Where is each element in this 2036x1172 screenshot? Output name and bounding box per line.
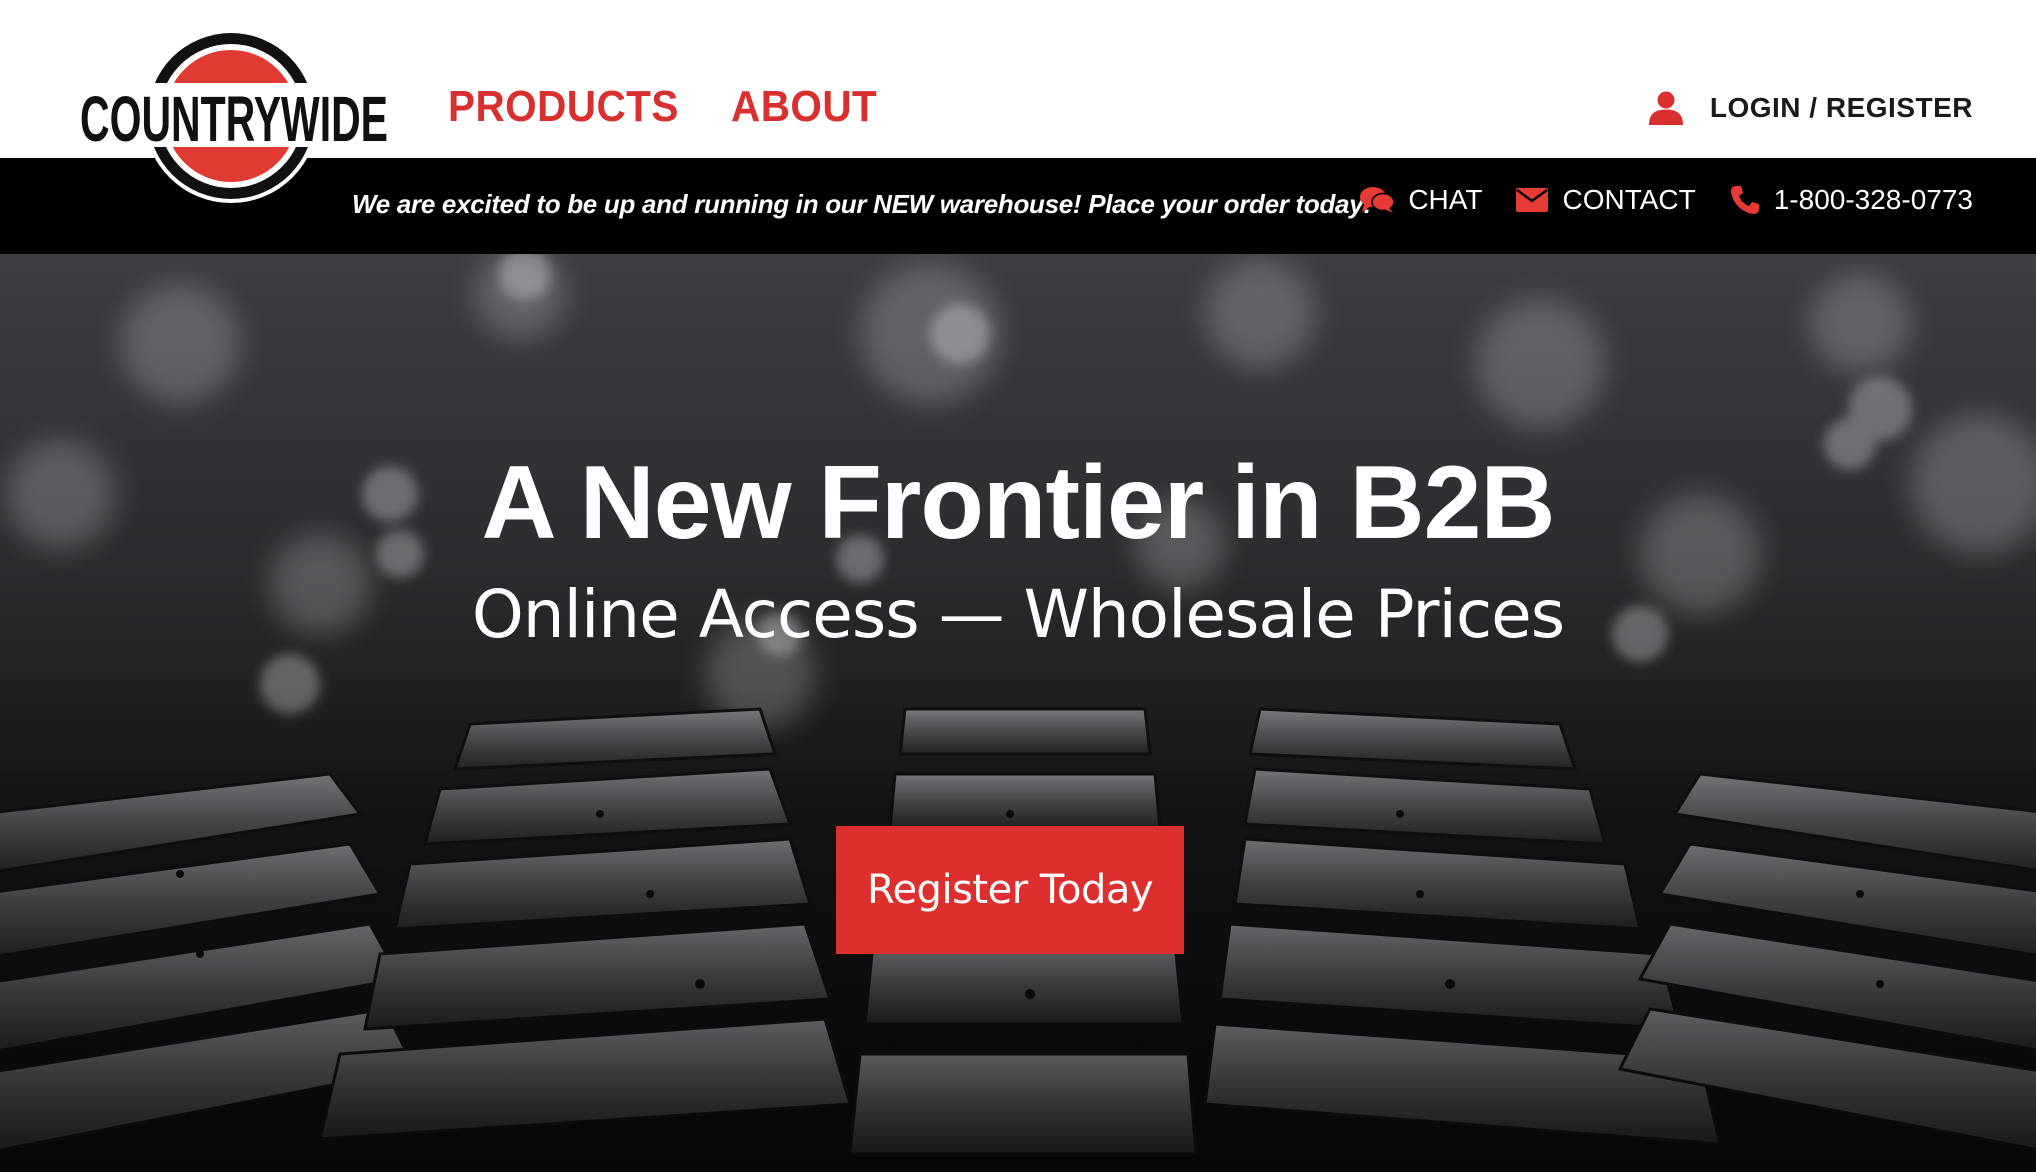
- register-today-button[interactable]: Register Today: [836, 826, 1184, 954]
- nav-products[interactable]: PRODUCTS: [448, 82, 679, 132]
- nav-about[interactable]: ABOUT: [731, 82, 877, 132]
- tire-tread-background: [0, 254, 2036, 1172]
- contact-label: CONTACT: [1562, 184, 1696, 215]
- countrywide-logo[interactable]: COUNTRYWIDE: [78, 28, 390, 208]
- envelope-icon: [1516, 188, 1549, 212]
- logo-wordmark: COUNTRYWIDE: [80, 83, 388, 155]
- phone-icon: [1730, 186, 1759, 214]
- chat-label: CHAT: [1408, 184, 1483, 215]
- phone-number: 1-800-328-0773: [1773, 184, 1973, 215]
- phone-link[interactable]: 1-800-328-0773: [1730, 184, 1973, 216]
- main-nav: PRODUCTS ABOUT: [448, 82, 890, 132]
- chat-icon: [1360, 187, 1395, 213]
- user-icon: [1648, 91, 1683, 125]
- hero-section: A New Frontier in B2B Online Access — Wh…: [0, 254, 2036, 1172]
- login-register-label: LOGIN / REGISTER: [1709, 92, 1973, 123]
- login-register-link[interactable]: LOGIN / REGISTER: [1648, 90, 1973, 126]
- contact-link[interactable]: CONTACT: [1516, 184, 1696, 216]
- chat-link[interactable]: CHAT: [1360, 184, 1482, 216]
- hero-title: A New Frontier in B2B: [481, 445, 1555, 561]
- contact-links: CHAT CONTACT 1-800-328-0773: [1360, 184, 1973, 216]
- hero-subtitle: Online Access — Wholesale Prices: [471, 576, 1565, 653]
- announcement-text: We are excited to be up and running in o…: [352, 189, 1372, 219]
